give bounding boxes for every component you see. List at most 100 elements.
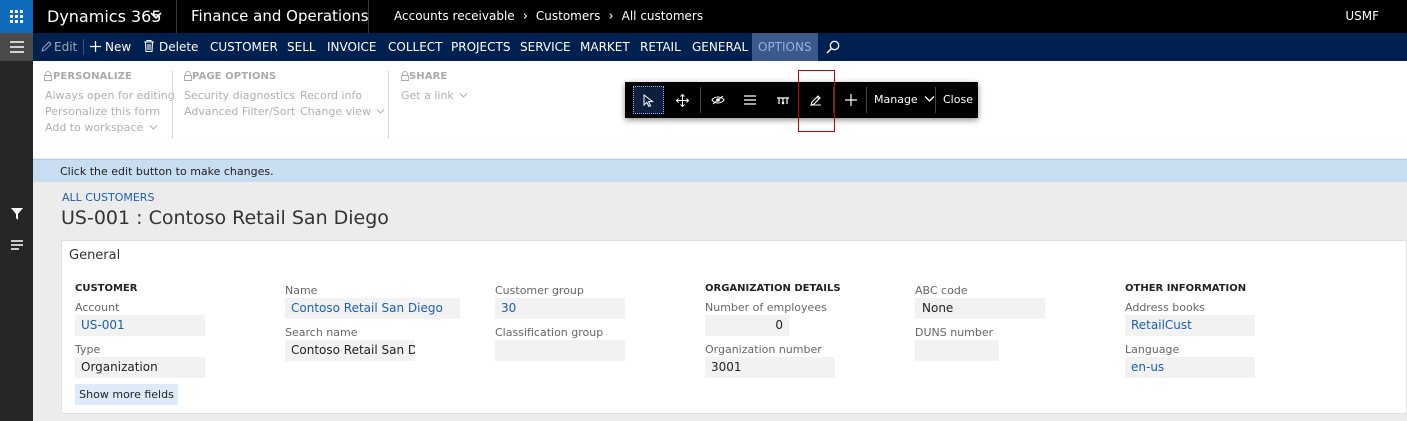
tab-general[interactable]: GENERAL xyxy=(692,33,748,61)
divider xyxy=(866,87,867,113)
new-button[interactable]: New xyxy=(105,33,131,61)
abc-code-field[interactable]: None xyxy=(915,298,1045,319)
breadcrumb-item[interactable]: All customers xyxy=(622,0,703,33)
header-icon[interactable] xyxy=(767,86,798,114)
divider xyxy=(700,87,701,113)
tab-retail[interactable]: RETAIL xyxy=(640,33,681,61)
waffle-icon[interactable] xyxy=(0,0,33,33)
name-field[interactable]: Contoso Retail San Diego xyxy=(285,298,460,319)
address-books-field[interactable]: RetailCust xyxy=(1125,315,1255,336)
general-fasttab: General CUSTOMER Account US-001 Type Org… xyxy=(61,240,1407,414)
type-field[interactable]: Organization xyxy=(75,357,205,378)
lock-icon xyxy=(44,71,52,81)
search-icon[interactable] xyxy=(826,40,840,54)
customer-group-field[interactable]: 30 xyxy=(495,298,625,319)
divider xyxy=(368,0,369,33)
classification-group-label: Classification group xyxy=(495,326,604,339)
move-icon[interactable] xyxy=(667,86,698,114)
tab-collect[interactable]: COLLECT xyxy=(388,33,443,61)
message-bar: Click the edit button to make changes. xyxy=(33,159,1407,182)
group-title-personalize: PERSONALIZE xyxy=(53,71,132,82)
page-title: US-001 : Contoso Retail San Diego xyxy=(61,207,389,229)
tab-service[interactable]: SERVICE xyxy=(520,33,571,61)
company-picker[interactable]: USMF xyxy=(1345,0,1379,33)
organization-number-label: Organization number xyxy=(705,343,822,356)
account-field[interactable]: US-001 xyxy=(75,315,205,336)
delete-button[interactable]: Delete xyxy=(159,33,198,61)
pencil-icon xyxy=(41,41,52,52)
get-a-link-button[interactable]: Get a link xyxy=(401,89,468,102)
add-to-workspace-label: Add to workspace xyxy=(45,121,144,134)
fasttab-header[interactable]: General xyxy=(69,248,120,263)
customer-group-label: Customer group xyxy=(495,284,584,297)
divider xyxy=(935,87,936,113)
add-to-workspace-button[interactable]: Add to workspace xyxy=(45,121,158,134)
get-a-link-label: Get a link xyxy=(401,89,454,102)
brand-title[interactable]: Dynamics 365 xyxy=(47,0,162,33)
hamburger-icon[interactable] xyxy=(0,33,33,61)
divider xyxy=(172,71,173,139)
chevron-right-icon: › xyxy=(522,9,528,24)
list-icon[interactable] xyxy=(0,240,33,250)
personalize-form-button[interactable]: Personalize this form xyxy=(45,105,160,118)
change-view-label: Change view xyxy=(300,105,371,118)
plus-icon xyxy=(90,41,101,52)
language-label: Language xyxy=(1125,343,1180,356)
classification-group-field[interactable] xyxy=(495,340,625,361)
chevron-down-icon xyxy=(377,109,385,114)
security-diagnostics-button[interactable]: Security diagnostics xyxy=(184,89,295,102)
module-title: Finance and Operations xyxy=(191,7,369,25)
chevron-down-icon[interactable] xyxy=(149,9,163,23)
search-name-label: Search name xyxy=(285,326,358,339)
record-info-button[interactable]: Record info xyxy=(300,89,362,102)
summary-icon[interactable] xyxy=(734,86,765,114)
advanced-filter-sort-button[interactable]: Advanced Filter/Sort xyxy=(184,105,295,118)
tab-invoice[interactable]: INVOICE xyxy=(327,33,376,61)
navigation-rail xyxy=(0,33,33,421)
edit-button[interactable]: Edit xyxy=(54,33,77,61)
tab-projects[interactable]: PROJECTS xyxy=(451,33,510,61)
account-label: Account xyxy=(75,301,120,314)
tab-customer[interactable]: CUSTOMER xyxy=(210,33,278,61)
language-field[interactable]: en-us xyxy=(1125,357,1255,378)
divider xyxy=(176,0,177,33)
show-more-fields-button[interactable]: Show more fields xyxy=(75,384,178,405)
tab-sell[interactable]: SELL xyxy=(287,33,316,61)
section-other-information: OTHER INFORMATION xyxy=(1125,283,1247,294)
highlight-box xyxy=(798,70,835,132)
chevron-right-icon: › xyxy=(608,9,614,24)
duns-number-field[interactable] xyxy=(915,340,999,361)
hide-icon[interactable] xyxy=(702,86,733,114)
message-text: Click the edit button to make changes. xyxy=(60,165,274,178)
all-customers-link[interactable]: ALL CUSTOMERS xyxy=(62,191,154,204)
change-view-button[interactable]: Change view xyxy=(300,105,385,118)
add-icon[interactable] xyxy=(835,86,866,114)
tab-market[interactable]: MARKET xyxy=(580,33,630,61)
breadcrumb: Accounts receivable › Customers › All cu… xyxy=(394,0,703,33)
always-open-editing-button[interactable]: Always open for editing xyxy=(45,89,175,102)
trash-icon xyxy=(144,40,154,52)
close-button[interactable]: Close xyxy=(943,82,973,118)
main-content: ALL CUSTOMERS US-001 : Contoso Retail Sa… xyxy=(33,182,1407,421)
organization-number-field[interactable]: 3001 xyxy=(705,357,835,378)
chevron-down-icon xyxy=(924,96,935,102)
name-label: Name xyxy=(285,284,318,297)
action-pane: Edit New Delete CUSTOMER SELL INVOICE CO… xyxy=(33,33,1407,61)
employees-label: Number of employees xyxy=(705,301,827,314)
tab-options[interactable]: OPTIONS xyxy=(752,33,818,61)
manage-button[interactable]: Manage xyxy=(874,82,935,118)
search-name-field[interactable]: Contoso Retail San D xyxy=(285,340,415,361)
chevron-down-icon xyxy=(149,125,158,130)
lock-icon xyxy=(401,71,409,81)
group-title-page-options: PAGE OPTIONS xyxy=(192,71,277,82)
breadcrumb-item[interactable]: Accounts receivable xyxy=(394,0,515,33)
divider xyxy=(83,39,84,55)
abc-code-label: ABC code xyxy=(915,284,968,297)
select-icon[interactable] xyxy=(633,86,664,114)
top-navigation-bar: Dynamics 365 Finance and Operations Acco… xyxy=(0,0,1407,33)
duns-number-label: DUNS number xyxy=(915,326,994,339)
breadcrumb-item[interactable]: Customers xyxy=(536,0,601,33)
type-label: Type xyxy=(75,343,101,356)
filter-icon[interactable] xyxy=(0,208,33,220)
employees-field[interactable]: 0 xyxy=(705,315,789,336)
